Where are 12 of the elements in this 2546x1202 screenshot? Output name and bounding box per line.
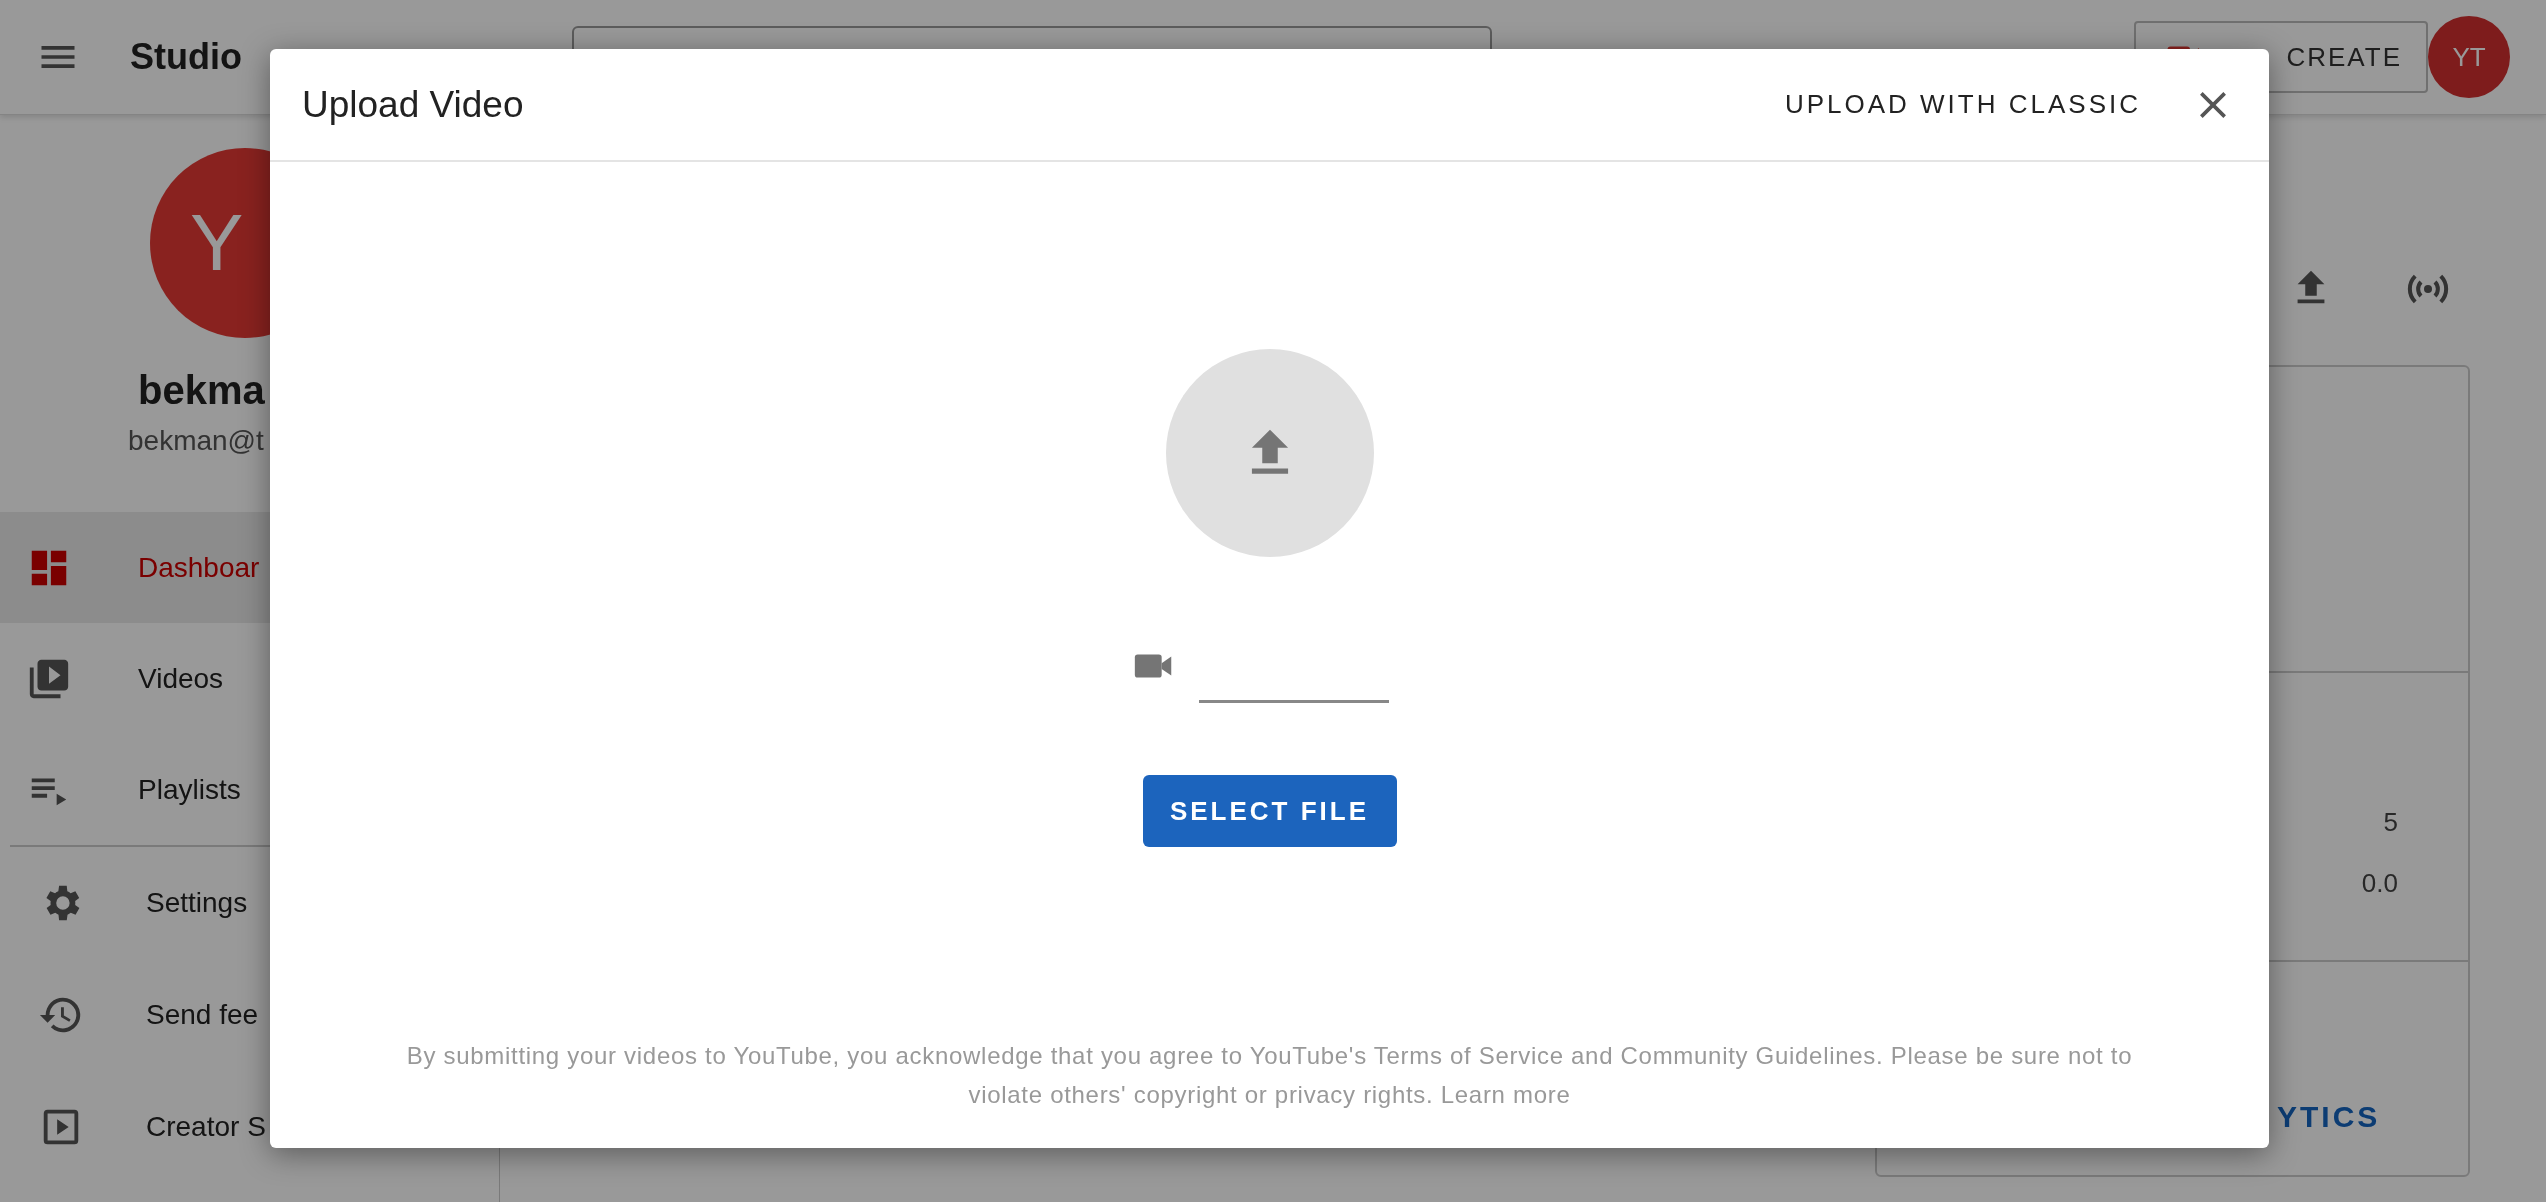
sidebar-item[interactable]: Playlists — [0, 734, 499, 845]
stat-value: 0.0 — [2361, 867, 2398, 900]
dialog-title: Upload Video — [302, 82, 524, 127]
channel-name: bekma — [138, 367, 266, 414]
app-title: Studio — [130, 35, 242, 79]
select-file-button[interactable]: SELECT FILE — [1142, 775, 1397, 847]
channel-email: bekman@t — [128, 424, 265, 458]
stat-value: 5 — [2383, 806, 2398, 839]
sidebar-item[interactable]: Videos — [0, 623, 499, 734]
avatar[interactable]: YT — [2428, 16, 2510, 98]
analytics-link[interactable]: YTICS — [2277, 1094, 2381, 1139]
sidebar-item[interactable]: Settings — [0, 847, 499, 959]
